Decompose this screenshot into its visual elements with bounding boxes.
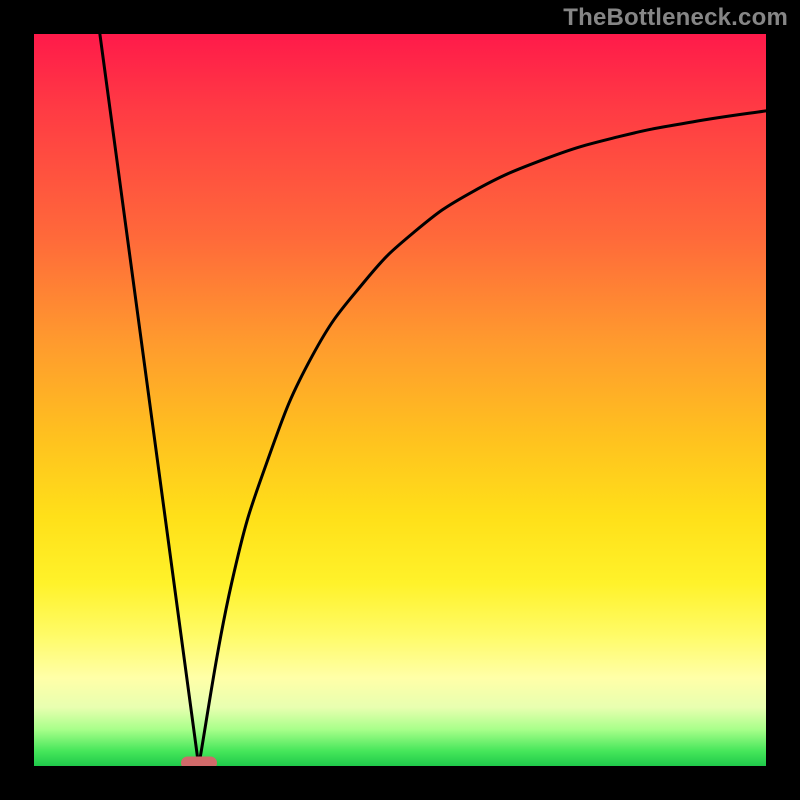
watermark-text: TheBottleneck.com xyxy=(563,4,788,32)
plot-area xyxy=(34,34,766,766)
bottleneck-curve xyxy=(34,34,766,766)
curve-path xyxy=(100,34,766,766)
minimum-marker-lozenge xyxy=(181,757,217,767)
chart-frame: TheBottleneck.com xyxy=(0,0,800,800)
